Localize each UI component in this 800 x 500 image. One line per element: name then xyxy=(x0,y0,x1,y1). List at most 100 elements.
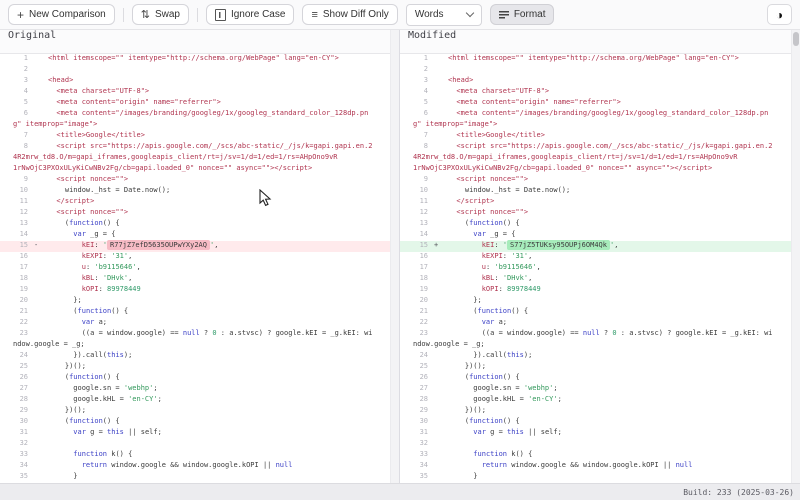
added-word: S77jZ5TUKsy95OUPj6OM4Qk xyxy=(507,240,610,250)
modified-code[interactable]: 1 <html itemscope="" itemtype="http://sch… xyxy=(400,54,791,483)
code-token: })(); xyxy=(48,406,86,414)
code-line: 31 var g = this || self; xyxy=(0,428,390,439)
code-token: ; xyxy=(153,384,158,392)
theme-toggle-button[interactable]: ◑ xyxy=(767,4,792,25)
code-line: 22 var a; xyxy=(400,318,791,329)
code-token: ? xyxy=(599,329,613,337)
ignore-case-button[interactable]: Ignore Case xyxy=(205,4,295,25)
line-number: 11 xyxy=(419,197,428,205)
line-number: 31 xyxy=(419,428,428,436)
code-line: 8 <script src="https://apis.google.com/_… xyxy=(400,142,791,153)
code-line: 11 </script> xyxy=(0,197,390,208)
code-token: null xyxy=(582,329,600,337)
code-token: var xyxy=(81,318,95,326)
code-token: var xyxy=(473,428,486,436)
line-number: 25 xyxy=(19,362,28,370)
show-diff-only-button[interactable]: ≡ Show Diff Only xyxy=(302,4,398,25)
code-token: window.google && window.google.kOPI || xyxy=(107,461,276,469)
line-number: 1 xyxy=(423,54,428,62)
code-line: 28 google.kHL = 'en-CY'; xyxy=(400,395,791,406)
code-token: function xyxy=(77,307,112,315)
code-line: 33 function k() { xyxy=(400,450,791,461)
line-number: 3 xyxy=(23,76,28,84)
code-token: : xyxy=(94,241,103,249)
code-line: 34 return window.google && window.google… xyxy=(400,461,791,472)
line-number: 21 xyxy=(419,307,428,315)
code-token: kEI xyxy=(81,241,95,249)
code-token: function xyxy=(69,417,103,425)
code-token: function xyxy=(469,373,503,381)
code-line: 35 } xyxy=(0,472,390,483)
code-line: 6 <meta content="/images/branding/google… xyxy=(400,109,791,120)
code-token: 'webhp' xyxy=(523,384,554,392)
code-line: 9 <script nonce=""> xyxy=(0,175,390,186)
code-line: 7 <title>Google</title> xyxy=(0,131,390,142)
scrollbar-track[interactable] xyxy=(390,30,399,483)
toolbar: + New Comparison ⇅ Swap Ignore Case ≡ Sh… xyxy=(0,0,800,30)
line-number: 5 xyxy=(423,98,428,106)
code-line: 19 kOPI: 89978449 xyxy=(400,285,791,296)
code-token: <html itemscope="" itemtype="http://sche… xyxy=(448,54,739,62)
toolbar-divider xyxy=(196,7,198,22)
line-number: 6 xyxy=(423,109,428,117)
code-token: this xyxy=(107,351,124,359)
code-token: kEXPI xyxy=(481,252,503,260)
line-number: 1 xyxy=(23,54,28,62)
code-token: : xyxy=(498,285,508,293)
code-line: 18 kBL: 'DHvk', xyxy=(400,274,791,285)
line-number: 35 xyxy=(419,472,428,480)
line-number: 22 xyxy=(19,318,28,326)
code-token: function xyxy=(469,417,503,425)
code-token: ((a = window.google) == xyxy=(48,329,183,337)
original-code[interactable]: 1 <html itemscope="" itemtype="http://sch… xyxy=(0,54,390,483)
line-number: 29 xyxy=(419,406,428,414)
format-button[interactable]: Format xyxy=(489,4,555,25)
code-line: 2 xyxy=(400,65,791,76)
code-token: ((a = window.google) == xyxy=(448,329,583,337)
code-token: this xyxy=(507,351,524,359)
code-line: 23 ((a = window.google) == null ? 0 : a.… xyxy=(400,329,791,340)
code-token: this xyxy=(507,428,524,436)
code-line: 20 }; xyxy=(400,296,791,307)
code-line: 30 (function() { xyxy=(400,417,791,428)
scrollbar-thumb[interactable] xyxy=(793,32,799,46)
line-number: 28 xyxy=(419,395,428,403)
line-number: 21 xyxy=(19,307,28,315)
code-token: ( xyxy=(448,307,478,315)
line-number: 25 xyxy=(419,362,428,370)
code-token: ); xyxy=(123,351,133,359)
code-token: : xyxy=(94,274,103,282)
line-number: 23 xyxy=(419,329,428,337)
line-number: 33 xyxy=(19,450,28,458)
new-comparison-label: New Comparison xyxy=(29,9,106,20)
swap-button[interactable]: ⇅ Swap xyxy=(131,4,189,25)
code-token: , xyxy=(214,241,219,249)
diff-mode-select[interactable]: Words xyxy=(405,3,482,26)
code-token: google.sn = xyxy=(48,384,124,392)
code-token: window._hst = Date.now(); xyxy=(448,186,571,194)
line-number: 20 xyxy=(419,296,428,304)
swap-arrows-icon: ⇅ xyxy=(140,8,150,21)
diff-marker: - xyxy=(34,241,39,249)
code-token: ; xyxy=(557,395,562,403)
line-number: 13 xyxy=(419,219,428,227)
line-number: 8 xyxy=(23,142,28,150)
code-token: <meta content="/images/branding/googleg/… xyxy=(448,109,769,117)
code-line: 12 <script nonce=""> xyxy=(0,208,390,219)
new-comparison-button[interactable]: + New Comparison xyxy=(8,4,115,25)
plus-icon: + xyxy=(17,7,25,22)
code-line: 25 })(); xyxy=(0,362,390,373)
code-token: } xyxy=(448,472,478,480)
scrollbar-track[interactable] xyxy=(791,30,800,483)
code-token: 'en-CY' xyxy=(128,395,158,403)
code-line: g" itemprop="image"> xyxy=(400,120,791,131)
line-number: 19 xyxy=(419,285,428,293)
code-token: : xyxy=(102,252,112,260)
code-token: <meta charset="UTF-8"> xyxy=(48,87,150,95)
code-token: : a.stvsc) ? google.kEI = _g.kEI: wi xyxy=(216,329,373,337)
code-token: function xyxy=(477,307,512,315)
